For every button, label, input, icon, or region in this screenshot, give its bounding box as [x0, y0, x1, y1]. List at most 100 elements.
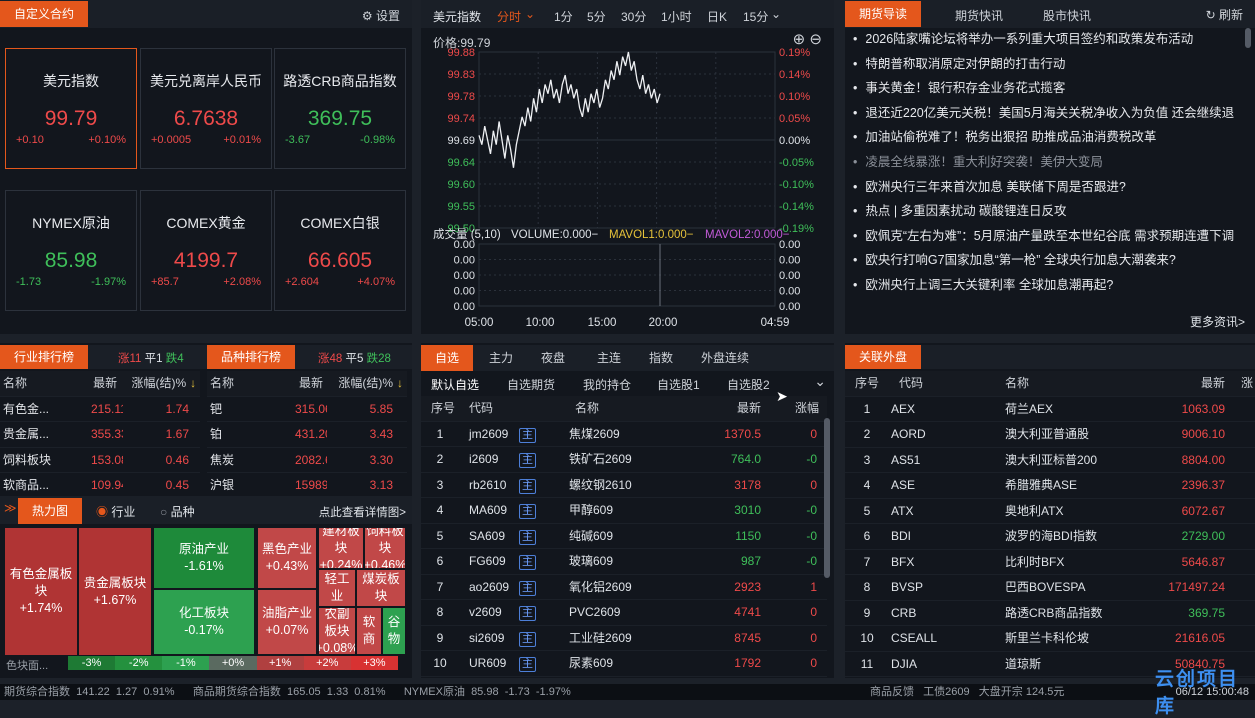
contract-card[interactable]: 美元指数 99.79 +0.10 +0.10%	[5, 48, 137, 169]
watchlist-subtab[interactable]: 自选股2	[727, 376, 770, 393]
custom-contract-title[interactable]: 自定义合约	[0, 1, 89, 27]
industry-ranking-tab[interactable]: 行业排行榜	[0, 345, 89, 369]
table-row[interactable]: 钯 315.06 5.85	[207, 397, 407, 422]
table-row[interactable]: 焦炭 2082.6 3.30	[207, 448, 407, 473]
watchlist-tab[interactable]: 主力	[481, 345, 521, 371]
contract-card[interactable]: 路透CRB商品指数 369.75 -3.67 -0.98%	[274, 48, 406, 169]
tab-futures-flash[interactable]: 期货快讯	[955, 7, 1003, 24]
column-header[interactable]: 最新	[1147, 371, 1231, 396]
table-row[interactable]: 7 ao2609 主 氧化铝2609 2923 1	[421, 575, 827, 600]
table-row[interactable]: 3 rb2610 主 螺纹钢2610 3178 0	[421, 473, 827, 498]
table-row[interactable]: 6 FG609 主 玻璃609 987 -0	[421, 549, 827, 575]
column-header[interactable]: 涨幅(结)%	[121, 371, 190, 396]
table-row[interactable]: 2 i2609 主 铁矿石2609 764.0 -0	[421, 447, 827, 473]
table-row[interactable]: 6 BDI 波罗的海BDI指数 2729.00	[845, 524, 1255, 550]
chart-tab[interactable]: 15分	[743, 8, 768, 25]
chart-tab[interactable]: 日K	[707, 8, 727, 25]
contract-card[interactable]: COMEX白银 66.605 +2.604 +4.07%	[274, 190, 406, 311]
heatmap-cell[interactable]: 饲料板块 +0.46%	[365, 528, 405, 568]
heatmap-cell[interactable]: 轻工业	[319, 570, 355, 606]
news-scrollbar[interactable]	[1245, 28, 1251, 48]
table-row[interactable]: 10 CSEALL 斯里兰卡科伦坡 21616.05	[845, 626, 1255, 652]
news-item[interactable]: 欧佩克“左右为难”：5月原油产量跌至本世纪谷底 需求预期连遭下调	[845, 224, 1245, 249]
watchlist-tab[interactable]: 夜盘	[533, 345, 573, 371]
foreign-market-tab[interactable]: 关联外盘	[845, 345, 922, 369]
table-row[interactable]: 1 jm2609 主 焦煤2609 1370.5 0	[421, 422, 827, 447]
table-row[interactable]: 10 UR609 主 尿素609 1792 0	[421, 651, 827, 677]
news-item[interactable]: 欧央行打响G7国家加息“第一枪” 全球央行加息大潮袭来?	[845, 248, 1245, 273]
table-row[interactable]: 5 SA609 主 纯碱609 1150 -0	[421, 524, 827, 549]
heatmap-cell[interactable]: 原油产业 -1.61%	[154, 528, 254, 588]
heatmap-cell[interactable]: 建材板块 +0.24%	[319, 528, 363, 568]
news-item[interactable]: 特朗普称取消原定对伊朗的打击行动	[845, 52, 1245, 77]
watchlist-subtab[interactable]: 默认自选	[431, 376, 480, 398]
column-header[interactable]: 代码	[459, 396, 565, 421]
watchlist-tab[interactable]: 自选	[421, 345, 474, 371]
collapse-icon[interactable]: ≫	[4, 501, 17, 515]
watchlist-tab[interactable]: 指数	[641, 345, 681, 371]
heatmap-cell[interactable]: 黑色产业 +0.43%	[258, 528, 316, 588]
heatmap-cell[interactable]: 油脂产业 +0.07%	[258, 590, 316, 654]
table-row[interactable]: 4 ASE 希腊雅典ASE 2396.37	[845, 473, 1255, 499]
radio-variety[interactable]: ○ 品种	[160, 503, 195, 520]
more-news-link[interactable]: 更多资讯>	[1190, 313, 1245, 330]
news-item[interactable]: 加油站偷税难了！税务出狠招 助推成品油消费税改革	[845, 125, 1245, 150]
settings-button[interactable]: ⚙ 设置	[362, 7, 400, 24]
watchlist-subtab[interactable]: 自选期货	[507, 376, 555, 393]
column-header[interactable]: 序号	[845, 371, 889, 396]
heatmap-cell[interactable]: 有色金属板块 +1.74%	[5, 528, 77, 655]
watchlist-tab[interactable]: 外盘连续	[693, 345, 757, 371]
column-header[interactable]: 最新	[695, 396, 767, 421]
refresh-button[interactable]: ↻ 刷新	[1206, 6, 1243, 23]
table-row[interactable]: 3 AS51 澳大利亚标普200 8804.00	[845, 448, 1255, 473]
watchlist-tab[interactable]: 主连	[589, 345, 629, 371]
table-row[interactable]: 8 BVSP 巴西BOVESPA 171497.24	[845, 575, 1255, 601]
column-header[interactable]: 序号	[421, 396, 459, 421]
heatmap-cell[interactable]: 贵金属板块 +1.67%	[79, 528, 151, 655]
news-item[interactable]: 欧洲央行上调三大关键利率 全球加息潮再起?	[845, 273, 1245, 298]
table-row[interactable]: 9 si2609 主 工业硅2609 8745 0	[421, 626, 827, 651]
news-item[interactable]: 退还近220亿美元关税！美国5月海关关税净收入为负值 还会继续退	[845, 101, 1245, 126]
table-row[interactable]: 8 v2609 主 PVC2609 4741 0	[421, 600, 827, 626]
column-header[interactable]: 最新	[292, 371, 327, 396]
intraday-chart[interactable]: 99.88 99.83 99.78 99.74 99.69 99.64 99.60 99.55…	[421, 28, 834, 334]
table-row[interactable]: 沪银 15989 3.13	[207, 473, 407, 499]
heatmap-tab[interactable]: 热力图	[18, 498, 83, 524]
table-row[interactable]: 有色金... 215.11 1.74	[0, 397, 200, 422]
column-header[interactable]: 涨	[1231, 371, 1255, 396]
table-row[interactable]: 贵金属... 355.33 1.67	[0, 422, 200, 448]
heatmap-cell[interactable]: 化工板块 -0.17%	[154, 590, 254, 654]
tab-futures-guide[interactable]: 期货导读	[845, 1, 922, 27]
news-item[interactable]: 欧洲央行三年来首次加息 美联储下周是否跟进?	[845, 175, 1245, 200]
contract-card[interactable]: NYMEX原油 85.98 -1.73 -1.97%	[5, 190, 137, 311]
radio-industry[interactable]: ◉ 行业	[96, 503, 135, 520]
chart-tab[interactable]: 30分	[621, 8, 646, 25]
table-row[interactable]: 5 ATX 奥地利ATX 6072.67	[845, 499, 1255, 524]
contract-card[interactable]: COMEX黄金 4199.7 +85.7 +2.08%	[140, 190, 272, 311]
column-header[interactable]: 代码	[889, 371, 995, 396]
heatmap-cell[interactable]: 农副板块 +0.08%	[319, 608, 355, 654]
chart-tab[interactable]: 5分	[587, 8, 606, 25]
column-header[interactable]: 名称	[0, 371, 87, 396]
chevron-down-icon[interactable]: ⌄	[814, 373, 826, 390]
watchlist-scrollbar[interactable]	[824, 418, 830, 578]
heatmap-detail-link[interactable]: 点此查看详情图>	[319, 504, 406, 520]
watchlist-subtab[interactable]: 自选股1	[657, 376, 700, 393]
table-row[interactable]: 1 AEX 荷兰AEX 1063.09	[845, 397, 1255, 422]
news-item[interactable]: 事关黄金！银行积存金业务花式揽客	[845, 76, 1245, 101]
column-header[interactable]: 名称	[565, 396, 695, 421]
news-item[interactable]: 凌晨全线暴涨！重大利好突袭！美伊大变局	[845, 150, 1245, 175]
table-row[interactable]: 软商品... 109.94 0.45	[0, 473, 200, 499]
contract-card[interactable]: 美元兑离岸人民币 6.7638 +0.0005 +0.01%	[140, 48, 272, 169]
chart-tab[interactable]: 1分	[554, 8, 573, 25]
watchlist-subtab[interactable]: 我的持仓	[583, 376, 631, 393]
column-header[interactable]: 名称	[207, 371, 292, 396]
column-header[interactable]: 最新	[87, 371, 122, 396]
table-row[interactable]: 铂 431.20 3.43	[207, 422, 407, 448]
news-item[interactable]: 2026陆家嘴论坛将举办一系列重大项目签约和政策发布活动	[845, 27, 1245, 52]
table-row[interactable]: 9 CRB 路透CRB商品指数 369.75	[845, 601, 1255, 626]
chart-tab[interactable]: 1小时	[661, 8, 692, 25]
chart-tab[interactable]: 分时	[497, 8, 521, 25]
table-row[interactable]: 饲料板块 153.08 0.46	[0, 448, 200, 473]
column-header[interactable]: 涨幅(结)%	[327, 371, 397, 396]
